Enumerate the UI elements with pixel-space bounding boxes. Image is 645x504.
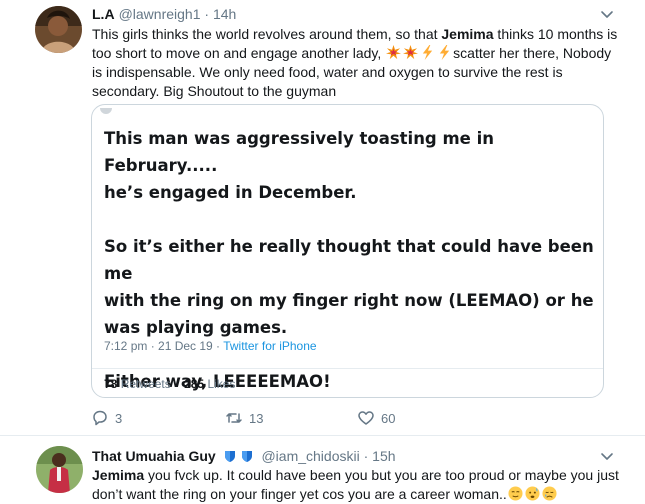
quote-line: This man was aggressively toasting me in… <box>104 129 495 175</box>
reply-count: 3 <box>115 410 123 426</box>
chevron-down-icon[interactable] <box>599 6 615 22</box>
chevron-down-icon[interactable] <box>599 448 615 464</box>
retweet-count: 13 <box>249 410 264 426</box>
anxious-face-emoji-icon <box>525 486 540 501</box>
quote-line: he’s engaged in December. <box>104 183 357 202</box>
quote-line: was playing games. <box>104 318 288 337</box>
like-count: 60 <box>381 410 396 426</box>
display-name[interactable]: That Umuahia Guy <box>92 448 216 464</box>
quote-line: with the ring on my finger right now (LE… <box>104 291 594 310</box>
separator: · <box>204 6 210 22</box>
reply-icon <box>93 410 107 426</box>
quoted-tweet-cropped-header <box>92 105 603 115</box>
collision-emoji-icon <box>386 45 402 60</box>
avatar[interactable] <box>35 6 82 53</box>
mention-link[interactable]: Jemima <box>441 26 493 42</box>
like-button[interactable]: 60 <box>357 408 395 428</box>
tweet[interactable]: L.A @lawnreigh1 · 14h This girls thinks t… <box>0 0 645 436</box>
quoted-tweet-card[interactable]: This man was aggressively toasting me in… <box>91 104 604 398</box>
tweet-text-segment: This girls thinks the world revolves aro… <box>92 26 442 42</box>
retweet-icon <box>226 413 242 423</box>
timestamp[interactable]: 15h <box>372 448 395 464</box>
separator: · <box>363 448 369 464</box>
avatar[interactable] <box>36 446 83 493</box>
divider <box>92 368 603 369</box>
sad-face-emoji-icon <box>542 486 557 501</box>
lightning-emoji-icon <box>439 45 450 60</box>
retweet-button[interactable]: 13 <box>225 408 263 428</box>
tweet-text: Jemima you fvck up. It could have been y… <box>92 466 622 504</box>
quoted-tweet-meta: 7:12 pm · 21 Dec 19 · Twitter for iPhone <box>104 339 317 353</box>
user-handle[interactable]: @lawnreigh1 <box>119 6 201 22</box>
blue-heart-emoji-icon <box>224 451 235 462</box>
tweet-text-segment: you fvck up. It could have been you but … <box>92 467 619 502</box>
blue-heart-emoji-icon <box>241 451 252 462</box>
quoted-tweet-text: This man was aggressively toasting me in… <box>104 125 594 395</box>
user-handle[interactable]: @iam_chidoskii <box>261 448 359 464</box>
display-name[interactable]: L.A <box>92 6 115 22</box>
quoted-tweet-source[interactable]: Twitter for iPhone <box>223 339 316 353</box>
reply-button[interactable]: 3 <box>91 408 122 428</box>
heart-icon <box>358 411 374 425</box>
relieved-face-emoji-icon <box>508 486 523 501</box>
retweets-count: 78 <box>104 377 118 391</box>
tweet-header: L.A @lawnreigh1 · 14h <box>92 5 236 23</box>
mention-link[interactable]: Jemima <box>92 467 144 483</box>
lightning-emoji-icon <box>422 45 433 60</box>
quote-line: So it’s either he really thought that co… <box>104 237 594 283</box>
tweet-header: That Umuahia Guy @iam_chidoskii · 15h <box>92 447 396 465</box>
retweets-label: Retweets <box>120 377 171 391</box>
collision-emoji-icon <box>403 45 419 60</box>
tweet-actions: 3 13 60 <box>91 408 511 428</box>
tweet-text: This girls thinks the world revolves aro… <box>92 25 622 101</box>
quoted-tweet-timestamp: 7:12 pm · 21 Dec 19 · <box>104 339 224 353</box>
likes-count: 285 <box>184 377 205 391</box>
timestamp[interactable]: 14h <box>213 6 236 22</box>
quoted-tweet-stats: 78 Retweets 285 Likes <box>104 377 235 391</box>
likes-label: Likes <box>207 377 236 391</box>
